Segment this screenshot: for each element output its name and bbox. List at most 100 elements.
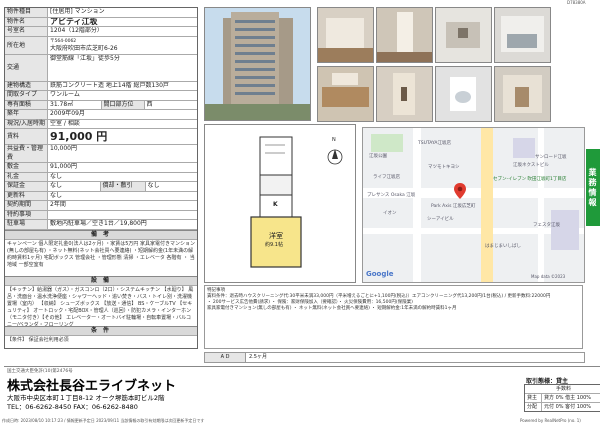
- status-value: 空室 / 相談: [50, 119, 80, 127]
- built-value: 2009年09月: [50, 110, 85, 117]
- traffic-value: 御堂筋線「江坂」徒歩5分: [50, 54, 120, 62]
- row-parking: 駐車場 敷地内駐車場／空き1台／19,800円: [5, 220, 197, 230]
- facilities-title: 設 備: [5, 275, 197, 286]
- period-label: 契約期間: [5, 201, 48, 210]
- fee-row-2: 分配 元付 0% 客付 100%: [525, 403, 600, 411]
- interior-photo-6[interactable]: [376, 66, 433, 122]
- renew-label: 更新料: [5, 191, 48, 200]
- row-guarantee: 保証金 なし 償却・敷引 なし: [5, 182, 197, 192]
- map-label-12: はまじまいしばし: [485, 244, 521, 249]
- conditions-label: 特約事項: [5, 210, 48, 219]
- parking-value: 敷地内駐車場／空き1台／19,800円: [50, 220, 147, 227]
- remarks-title: 備 考: [5, 229, 197, 240]
- fee-row-1: 貸主 貸方 0% 借主 100%: [525, 394, 600, 403]
- renew-value: なし: [50, 191, 63, 199]
- floorplan-kitchen-label: K: [273, 201, 278, 208]
- map-label-0: 江坂公園: [369, 154, 387, 159]
- map-label-1: TSUTAYA江坂店: [418, 141, 452, 146]
- room-value: 1204（12階部分）: [50, 27, 103, 34]
- interior-photo-8[interactable]: [494, 66, 551, 122]
- doc-code: D78380A: [567, 0, 586, 5]
- row-built: 築年 2009年09月: [5, 110, 197, 120]
- license-number: 国土交通大臣免許(10)第2476号: [7, 369, 73, 374]
- map-pin-icon: [454, 183, 466, 199]
- map-label-8: イオン: [383, 211, 397, 216]
- interior-photo-3[interactable]: [435, 7, 492, 63]
- row-status: 現況/入居時期 空室 / 相談: [5, 119, 197, 129]
- row-rent: 賃料 91,000 円: [5, 129, 197, 145]
- interior-photo-7[interactable]: [435, 66, 492, 122]
- ad-table: A D 2.5ヶ月: [204, 352, 585, 363]
- addr-zip: 〒564-0062: [50, 38, 77, 44]
- ad-label: A D: [205, 353, 246, 362]
- conditions-value: [48, 211, 197, 220]
- map-label-10: セブン-イレブン 吹田江坂町1丁目店: [493, 177, 567, 182]
- building-photo[interactable]: [204, 7, 311, 121]
- row-address: 所在地 〒564-0062 大阪府吹田市広芝町6-26: [5, 36, 197, 55]
- structure-value: 鉄筋コンクリート造 地上14階 総戸数130戸: [50, 81, 169, 89]
- fee-r2c2: 元付 0% 客付 100%: [544, 404, 591, 410]
- addr-label: 所在地: [5, 36, 48, 54]
- interior-photo-4[interactable]: [494, 7, 551, 63]
- map-label-9: サンロード江坂: [535, 155, 567, 160]
- area-label: 専有面積: [5, 100, 48, 109]
- notes-line-4: 家具家電付きマンション(無しの部屋も有) ・ ネット無料(ネット会社買へ要連絡)…: [207, 306, 457, 311]
- fee-r1c2: 貸方 0% 借主 100%: [544, 395, 591, 401]
- company-tel: TEL：06-6262-8450 FAX：06-6262-8480: [7, 403, 138, 411]
- balcony-label: 間口部方位: [100, 100, 145, 109]
- guarantee-value: なし: [50, 182, 63, 189]
- property-info-table: 物件種目 [住居用] マンション 物件名 アビティ江坂 号室名 1204（12階…: [4, 7, 198, 349]
- special-notes: 特記事項 賃料条件：退去時ハウスクリーニング代:30平米未満33,000円（平米…: [204, 285, 583, 349]
- row-key: 礼金 なし: [5, 172, 197, 182]
- deposit-label: 敷金: [5, 163, 48, 172]
- map-label-7: シーアイビル: [427, 217, 454, 222]
- floorplan-room-size: 約9.1帖: [265, 242, 283, 248]
- interior-photo-2[interactable]: [376, 7, 433, 63]
- fee-r2c1: 分配: [525, 403, 542, 411]
- powered-by: Powered by RealNetPro (no. 1): [520, 418, 581, 423]
- amort-label: 償却・敷引: [99, 182, 146, 191]
- room-label: 号室名: [5, 27, 48, 36]
- row-period: 契約期間 2年間: [5, 201, 197, 211]
- key-label: 礼金: [5, 172, 48, 181]
- addr-value: 大阪府吹田市広芝町6-26: [50, 44, 118, 52]
- fee-table: 手数料 貸主 貸方 0% 借主 100% 分配 元付 0% 客付 100%: [524, 384, 600, 412]
- google-logo: Google: [366, 270, 394, 278]
- facilities-text: 【キッチン】給湯器（ガス）・ガスコンロ（2口）・システムキッチン 【水廻り】 風…: [7, 286, 194, 326]
- traffic-label: 交通: [5, 54, 48, 81]
- map-label-6: プレサンス Osaka 江坂: [367, 193, 416, 198]
- floorplan[interactable]: N K 洋室 約9.1帖: [204, 124, 356, 283]
- key-value: なし: [50, 172, 63, 180]
- business-info-tab[interactable]: 業務情報: [586, 149, 600, 226]
- row-layout: 間取タイプ ワンルーム: [5, 91, 197, 101]
- name-label: 物件名: [5, 17, 48, 26]
- layout-label: 間取タイプ: [5, 91, 48, 100]
- interior-photo-1[interactable]: [317, 7, 374, 63]
- built-label: 築年: [5, 110, 48, 119]
- row-area: 専有面積 31.78㎡ 間口部方位 西: [5, 100, 197, 110]
- layout-value: ワンルーム: [50, 91, 80, 98]
- mgmt-value: 10,000円: [50, 145, 77, 152]
- row-structure: 建物構造 鉄筋コンクリート造 地上14階 総戸数130戸: [5, 81, 197, 91]
- interior-photo-5[interactable]: [317, 66, 374, 122]
- rent-value: 91,000 円: [50, 130, 108, 143]
- deposit-value: 91,000円: [50, 163, 77, 170]
- map-label-3: ライフ江坂店: [373, 175, 400, 180]
- map-label-5: 江坂ネクストビル: [513, 163, 549, 168]
- row-deposit: 敷金 91,000円: [5, 163, 197, 173]
- row-mgmt: 共益費・管理費 10,000円: [5, 145, 197, 163]
- floorplan-room-label: 洋室: [269, 232, 283, 240]
- addr-value-block: 〒564-0062 大阪府吹田市広芝町6-26: [48, 37, 197, 54]
- status-label: 現況/入居時期: [5, 119, 48, 128]
- conditions-title: 条 件: [5, 325, 197, 336]
- footer-rule: [4, 366, 600, 367]
- map-label-2: マツモトキヨシ: [428, 165, 460, 170]
- mgmt-label: 共益費・管理費: [5, 145, 48, 162]
- type-label: 物件種目: [5, 8, 48, 17]
- fee-header-row: 手数料: [525, 385, 600, 394]
- location-map[interactable]: 江坂公園 TSUTAYA江坂店 マツモトキヨシ ライフ江坂店 Park Axis…: [362, 127, 585, 283]
- building-image: [205, 8, 310, 120]
- name-value: アビティ江坂: [50, 17, 98, 26]
- map-label-11: フェスタ江坂: [533, 223, 560, 228]
- amort-value: なし: [147, 182, 160, 189]
